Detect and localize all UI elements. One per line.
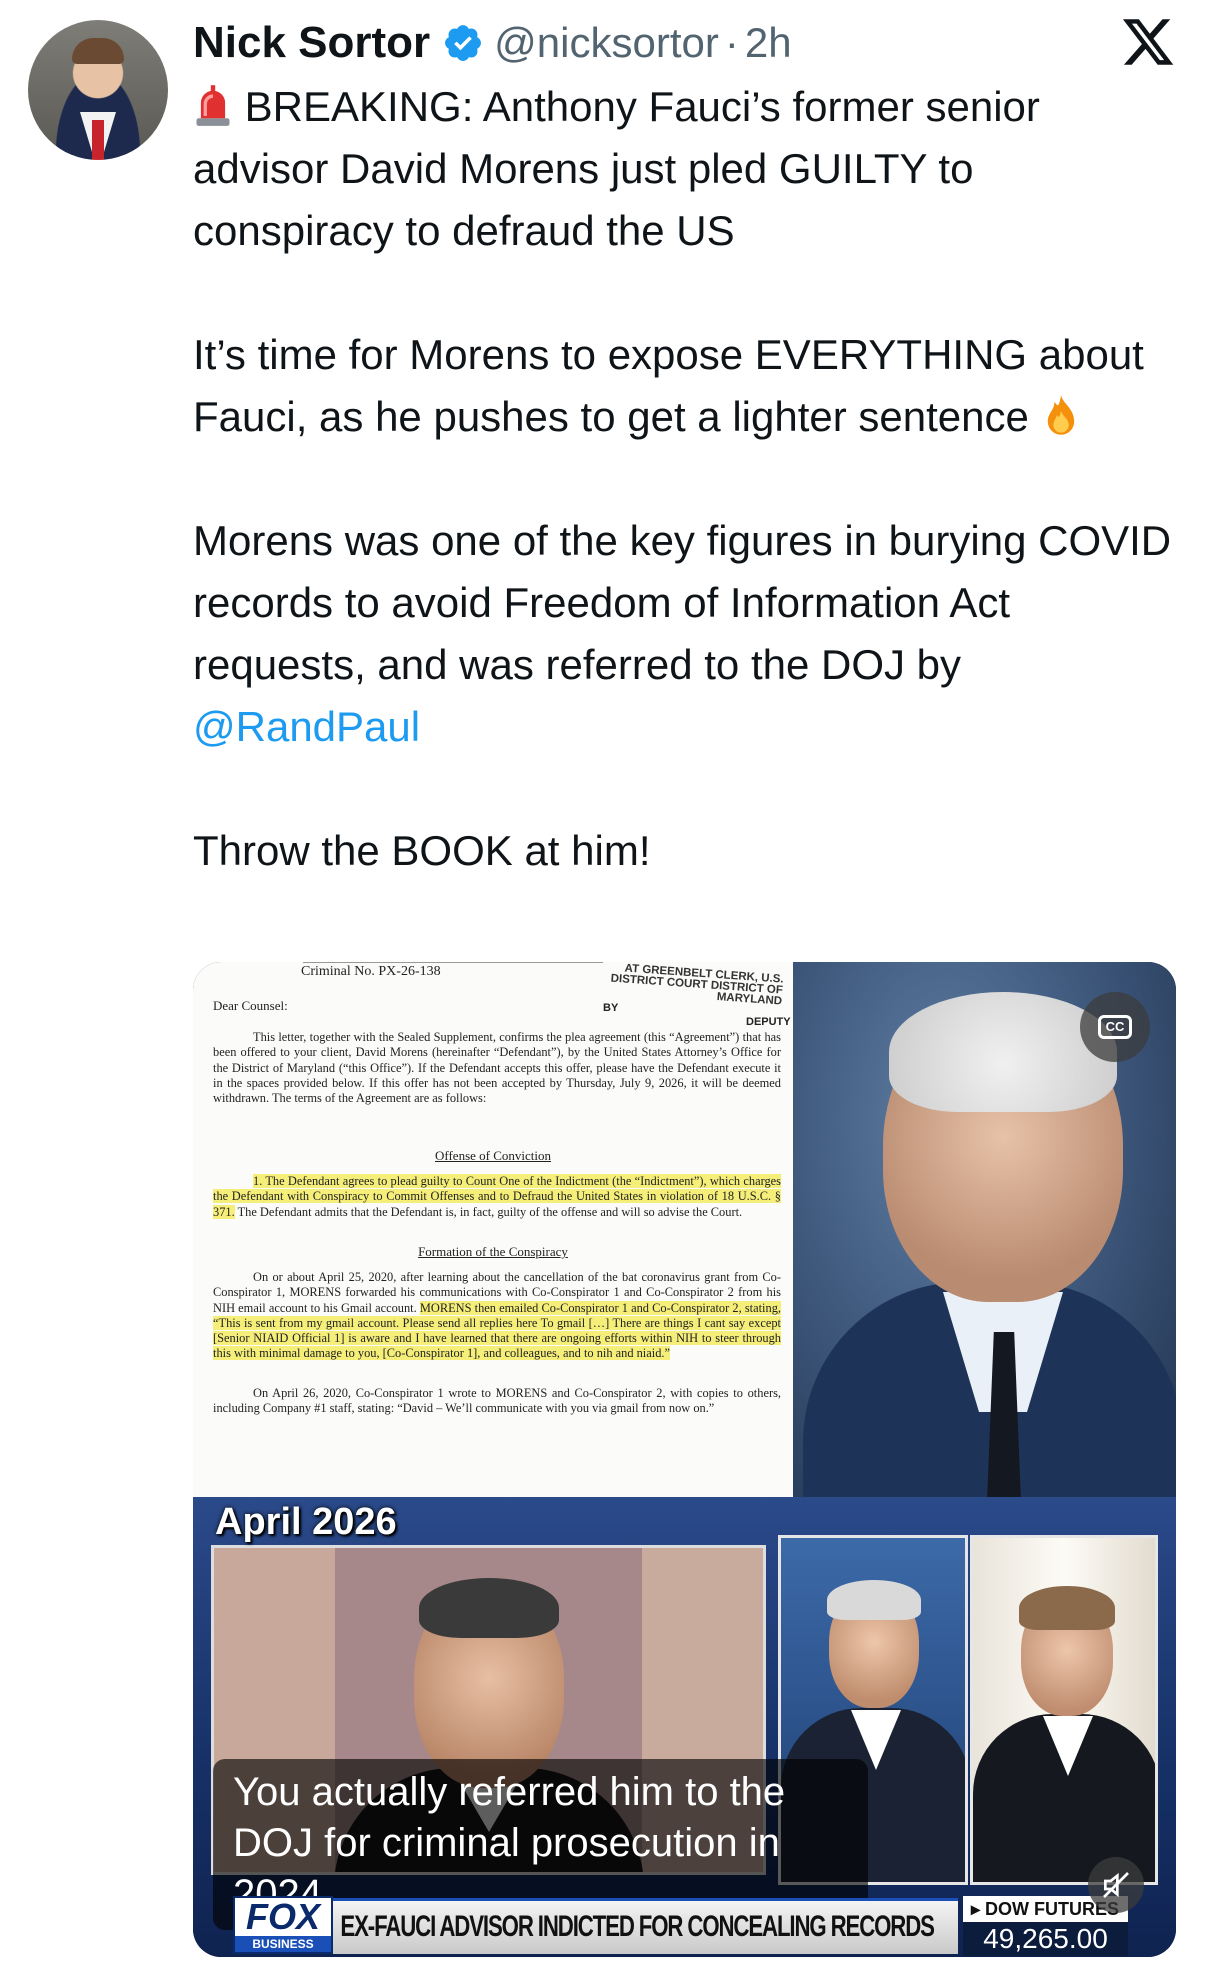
tweet-text-breaking: BREAKING: Anthony Fauci’s former senior … (193, 83, 1040, 254)
closed-captions-icon: CC (1098, 1015, 1132, 1039)
stamp-deputy: DEPUTY (746, 1016, 791, 1028)
news-headline: EX-FAUCI ADVISOR INDICTED FOR CONCEALING… (340, 1910, 935, 1943)
tweet-header: Nick Sortor @nicksortor · 2h (193, 14, 792, 72)
volume-muted-icon (1103, 1872, 1129, 1898)
video-date-label: April 2026 (215, 1501, 397, 1543)
tweet-paragraph-morens: Morens was one of the key figures in bur… (193, 510, 1183, 758)
closed-captions-button[interactable]: CC (1080, 992, 1150, 1062)
tweet-text-throw: Throw the BOOK at him! (193, 827, 651, 874)
ticker-value: 49,265.00 (963, 1922, 1128, 1956)
author-handle[interactable]: @nicksortor (494, 19, 719, 67)
tweet-paragraph-throw: Throw the BOOK at him! (193, 820, 1183, 882)
video-still[interactable]: April 2026 You actually referred him to … (193, 1497, 1176, 1957)
tweet-text-morens: Morens was one of the key figures in bur… (193, 517, 1172, 688)
network-name: FOX (245, 1896, 320, 1937)
tweet-timestamp[interactable]: 2h (745, 19, 792, 67)
tweet-body: BREAKING: Anthony Fauci’s former senior … (193, 76, 1183, 882)
author-avatar[interactable] (28, 20, 168, 160)
verified-badge-icon (445, 25, 482, 61)
author-name[interactable]: Nick Sortor (193, 18, 430, 68)
plea-document-image: Criminal No. PX-26-138 AT GREENBELT CLER… (193, 962, 793, 1497)
mute-button[interactable] (1088, 1857, 1144, 1913)
tweet-paragraph-expose: It’s time for Morens to expose EVERYTHIN… (193, 324, 1183, 448)
rand-paul-video-panel (970, 1535, 1158, 1885)
offense-paragraph: 1. The Defendant agrees to plead guilty … (213, 1174, 781, 1220)
salutation: Dear Counsel: (213, 998, 288, 1013)
header-separator: · (724, 19, 739, 66)
document-top-rule (303, 962, 603, 963)
mention-randpaul-link[interactable]: @RandPaul (193, 703, 420, 750)
x-logo-icon[interactable] (1120, 14, 1176, 70)
conspiracy-paragraph: On or about April 25, 2020, after learni… (213, 1270, 781, 1362)
news-headline-bar: EX-FAUCI ADVISOR INDICTED FOR CONCEALING… (333, 1898, 958, 1954)
intro-paragraph: This letter, together with the Sealed Su… (213, 1030, 781, 1106)
news-lower-third: FOX BUSINESS EX-FAUCI ADVISOR INDICTED F… (193, 1892, 1176, 1957)
tweet-paragraph-breaking: BREAKING: Anthony Fauci’s former senior … (193, 76, 1183, 262)
april-26-paragraph: On April 26, 2020, Co-Conspirator 1 wrot… (213, 1386, 781, 1416)
fire-emoji (1047, 395, 1074, 435)
tweet-media[interactable]: Criminal No. PX-26-138 AT GREENBELT CLER… (193, 962, 1176, 1957)
fox-business-logo: FOX BUSINESS (233, 1896, 333, 1954)
fauci-photo: CC (793, 962, 1176, 1497)
offense-heading: Offense of Conviction (434, 1148, 552, 1163)
siren-emoji (196, 85, 230, 126)
offense-rest: The Defendant admits that the Defendant … (237, 1204, 743, 1219)
conspiracy-heading: Formation of the Conspiracy (418, 1244, 568, 1259)
market-ticker: ▸ DOW FUTURES 49,265.00 (963, 1892, 1176, 1957)
stamp-by: BY (603, 1002, 619, 1014)
tweet-text-expose: It’s time for Morens to expose EVERYTHIN… (193, 331, 1144, 440)
case-number: Criminal No. PX-26-138 (301, 964, 441, 979)
network-subname: BUSINESS (235, 1936, 331, 1952)
court-stamp: AT GREENBELT CLERK, U.S. DISTRICT COURT … (610, 962, 784, 1008)
